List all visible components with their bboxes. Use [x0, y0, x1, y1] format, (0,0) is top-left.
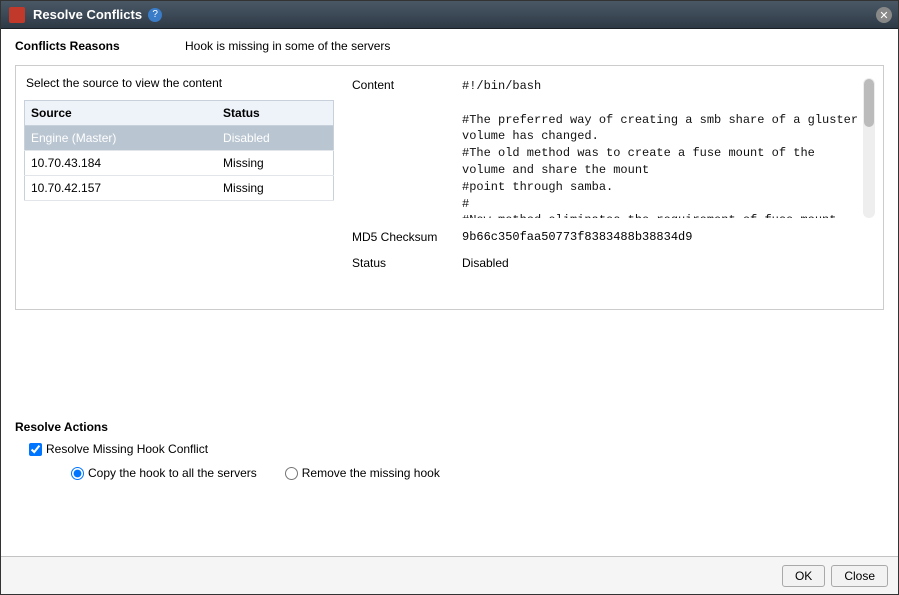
source-cell: 10.70.43.184: [25, 151, 218, 176]
radio-copy-row[interactable]: Copy the hook to all the servers: [71, 466, 257, 480]
status-value: Disabled: [462, 256, 875, 270]
radio-remove-row[interactable]: Remove the missing hook: [285, 466, 440, 480]
table-row[interactable]: 10.70.43.184Missing: [25, 151, 334, 176]
content-label: Content: [352, 78, 462, 218]
close-button[interactable]: Close: [831, 565, 888, 587]
ok-button[interactable]: OK: [782, 565, 825, 587]
resolve-actions-section: Resolve Actions Resolve Missing Hook Con…: [15, 420, 884, 480]
col-header-status[interactable]: Status: [217, 101, 333, 126]
conflict-reasons-row: Conflicts Reasons Hook is missing in som…: [15, 39, 884, 53]
resolve-missing-hook-checkbox-row[interactable]: Resolve Missing Hook Conflict: [29, 442, 884, 456]
source-cell: 10.70.42.157: [25, 176, 218, 201]
radio-copy[interactable]: [71, 467, 84, 480]
help-icon[interactable]: ?: [148, 8, 162, 22]
dialog-body: Conflicts Reasons Hook is missing in som…: [1, 29, 898, 556]
status-cell: Missing: [217, 151, 333, 176]
content-scrollbar-thumb[interactable]: [864, 79, 874, 127]
table-row[interactable]: 10.70.42.157Missing: [25, 176, 334, 201]
status-cell: Disabled: [217, 126, 333, 151]
radio-remove-label: Remove the missing hook: [302, 466, 440, 480]
md5-value: 9b66c350faa50773f8383488b38834d9: [462, 230, 875, 244]
conflict-reasons-label: Conflicts Reasons: [15, 39, 185, 53]
source-table: Source Status Engine (Master)Disabled10.…: [24, 100, 334, 201]
table-row[interactable]: Engine (Master)Disabled: [25, 126, 334, 151]
status-label: Status: [352, 256, 462, 270]
dialog-titlebar: Resolve Conflicts ? ✕: [1, 1, 898, 29]
source-content-panel: Select the source to view the content So…: [15, 65, 884, 310]
radio-copy-label: Copy the hook to all the servers: [88, 466, 257, 480]
col-header-source[interactable]: Source: [25, 101, 218, 126]
dialog-footer: OK Close: [1, 556, 898, 594]
resolve-missing-hook-checkbox[interactable]: [29, 443, 42, 456]
content-scrollbar[interactable]: [863, 78, 875, 218]
conflict-reasons-text: Hook is missing in some of the servers: [185, 39, 390, 53]
app-icon: [9, 7, 25, 23]
resolve-radio-group: Copy the hook to all the servers Remove …: [71, 466, 884, 480]
source-cell: Engine (Master): [25, 126, 218, 151]
dialog-title: Resolve Conflicts: [33, 7, 142, 22]
content-text[interactable]: #!/bin/bash #The preferred way of creati…: [462, 78, 875, 218]
resolve-missing-hook-label: Resolve Missing Hook Conflict: [46, 442, 208, 456]
status-cell: Missing: [217, 176, 333, 201]
md5-label: MD5 Checksum: [352, 230, 462, 244]
select-source-hint: Select the source to view the content: [24, 74, 334, 94]
source-column: Select the source to view the content So…: [24, 74, 334, 301]
radio-remove[interactable]: [285, 467, 298, 480]
detail-column: Content #!/bin/bash #The preferred way o…: [352, 74, 875, 301]
resolve-actions-title: Resolve Actions: [15, 420, 884, 434]
close-icon[interactable]: ✕: [876, 7, 892, 23]
